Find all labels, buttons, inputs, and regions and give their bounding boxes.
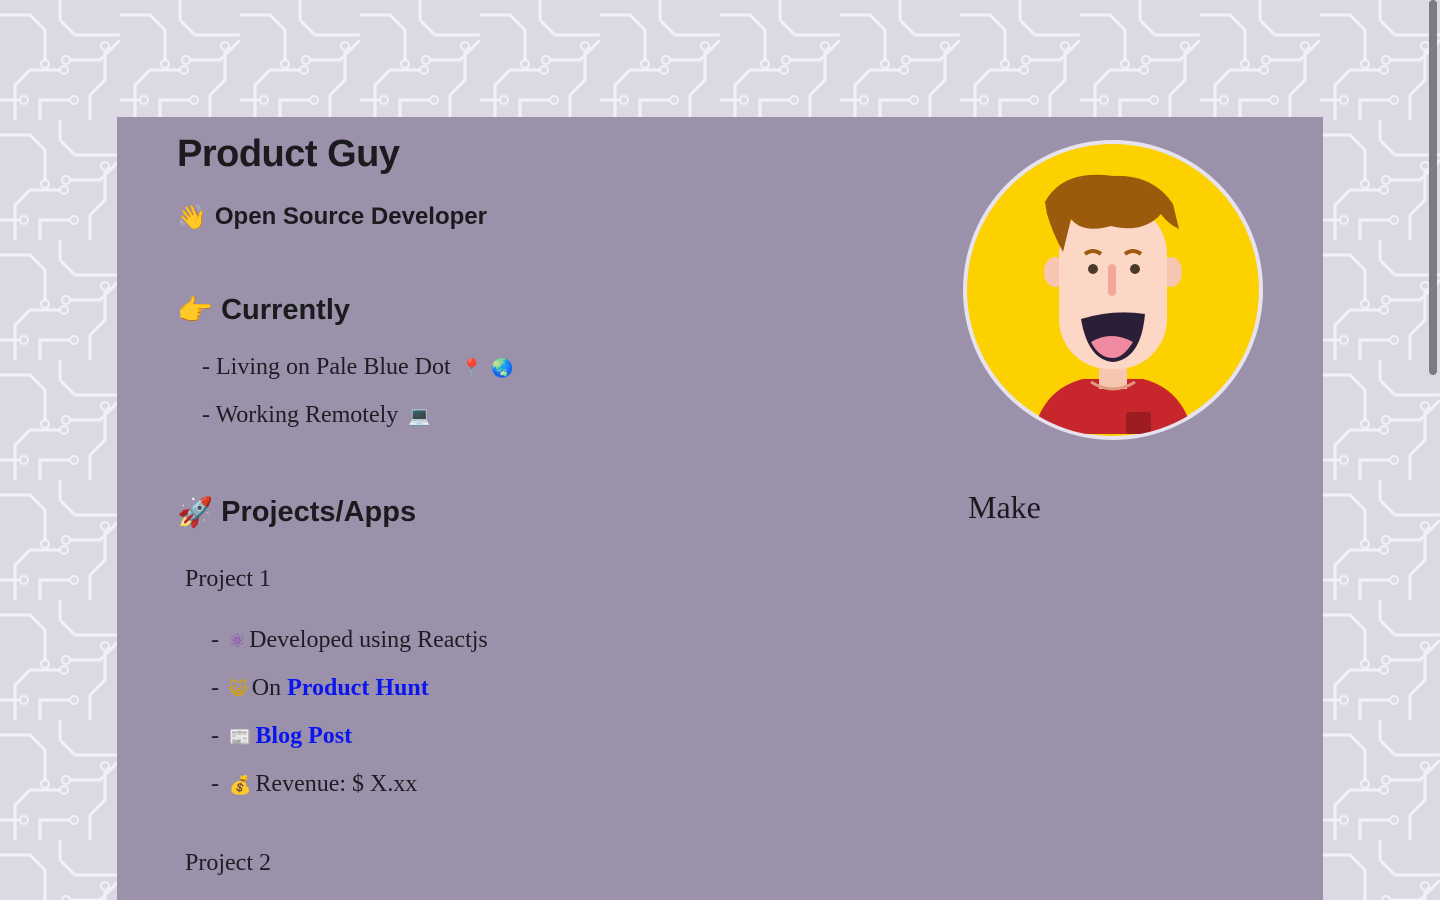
projects-heading: 🚀 Projects/Apps xyxy=(177,495,416,530)
list-item: - 💰 Revenue: $ X.xx xyxy=(211,771,417,798)
list-item-text: Working Remotely xyxy=(215,402,399,428)
list-item-prefix: - xyxy=(211,771,225,797)
list-item: - ⚛ Developed using Reactjs xyxy=(211,627,488,654)
blog-post-link[interactable]: Blog Post xyxy=(255,723,352,749)
subtitle: 👋 Open Source Developer xyxy=(177,203,487,231)
page-title: Product Guy xyxy=(177,133,400,175)
make-label: Make xyxy=(968,489,1041,525)
list-item-prefix: - xyxy=(202,402,216,428)
list-item-text: Developed using Reactjs xyxy=(249,627,488,653)
list-item-text: Revenue: $ X.xx xyxy=(255,771,418,797)
product-hunt-link[interactable]: Product Hunt xyxy=(287,675,429,701)
rocket-icon: 🚀 xyxy=(177,495,214,529)
scrollbar[interactable] xyxy=(1425,0,1440,900)
laptop-icon: 💻 xyxy=(408,406,431,427)
scrollbar-thumb[interactable] xyxy=(1429,0,1437,375)
newspaper-icon: 📰 xyxy=(229,727,252,748)
waving-hand-icon: 👋 xyxy=(177,203,207,231)
list-item: - 📰 Blog Post xyxy=(211,723,352,750)
list-item-prefix: - xyxy=(211,675,225,701)
smiley-cat-icon: 😺 xyxy=(229,679,248,700)
project-title: Project 2 xyxy=(185,850,271,876)
subtitle-text: Open Source Developer xyxy=(214,203,487,230)
list-item: - Living on Pale Blue Dot 📍 🌏 xyxy=(202,354,518,381)
list-item-prefix: - xyxy=(202,354,216,380)
list-item: - Working Remotely 💻 xyxy=(202,402,435,429)
avatar xyxy=(963,140,1263,440)
globe-icon: 🌏 xyxy=(491,358,514,379)
pointing-hand-icon: 👉 xyxy=(177,293,214,327)
pin-icon: 📍 xyxy=(460,358,484,379)
list-item: - 😺 On Product Hunt xyxy=(211,675,429,702)
list-item-prefix: - xyxy=(211,723,225,749)
currently-heading: 👉 Currently xyxy=(177,293,350,328)
profile-card: Product Guy 👋 Open Source Developer 👉 Cu… xyxy=(117,117,1323,900)
currently-heading-text: Currently xyxy=(221,294,351,326)
list-item-text: Living on Pale Blue Dot xyxy=(216,354,451,380)
atom-icon: ⚛ xyxy=(229,631,246,652)
projects-heading-text: Projects/Apps xyxy=(221,496,417,528)
project-title: Project 1 xyxy=(185,566,271,592)
list-item-text: On xyxy=(251,675,288,701)
list-item-prefix: - xyxy=(211,627,225,653)
money-bag-icon: 💰 xyxy=(229,775,252,796)
